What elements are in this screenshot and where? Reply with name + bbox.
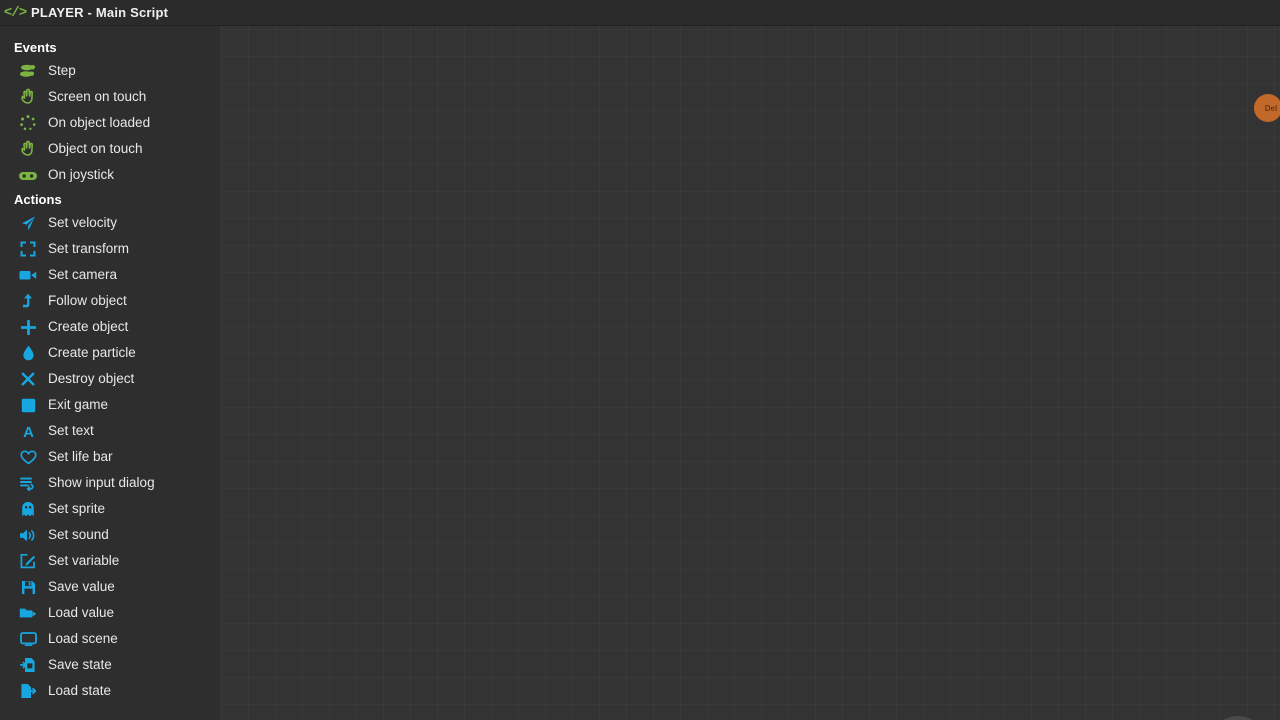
palette-item-set-sprite[interactable]: Set sprite: [0, 496, 220, 522]
palette-section-header-events: Events: [14, 40, 57, 55]
paper-plane-icon: [17, 213, 39, 233]
palette-section-header-actions: Actions: [14, 192, 62, 207]
heart-outline-icon: [17, 447, 39, 467]
input-dialog-icon: [17, 473, 39, 493]
letter-a-icon: A: [17, 421, 39, 441]
palette-item-screen-on-touch[interactable]: Screen on touch: [0, 84, 220, 110]
palette-item-label: Follow object: [48, 293, 127, 309]
graph-node-label: Del: [1264, 103, 1278, 113]
palette-item-load-state[interactable]: Load state: [0, 678, 220, 704]
palette-item-label: Set text: [48, 423, 94, 439]
file-save-icon: [17, 655, 39, 675]
palette-item-on-joystick[interactable]: On joystick: [0, 162, 220, 188]
palette-item-set-sound[interactable]: Set sound: [0, 522, 220, 548]
palette-item-label: Set camera: [48, 267, 118, 283]
palette-item-exit-game[interactable]: Exit game: [0, 392, 220, 418]
palette-item-label: Set velocity: [48, 215, 118, 231]
palette-item-set-camera[interactable]: Set camera: [0, 262, 220, 288]
palette-item-set-life-bar[interactable]: Set life bar: [0, 444, 220, 470]
palette-item-label: Set transform: [48, 241, 130, 257]
palette-item-label: Create object: [48, 319, 129, 335]
palette-item-step[interactable]: Step: [0, 58, 220, 84]
speaker-icon: [17, 525, 39, 545]
title-bar: </> PLAYER - Main Script: [0, 0, 1280, 26]
file-load-icon: [17, 681, 39, 701]
edit-square-icon: [17, 551, 39, 571]
footsteps-icon: [17, 61, 39, 81]
palette-item-set-variable[interactable]: Set variable: [0, 548, 220, 574]
palette-item-destroy-object[interactable]: Destroy object: [0, 366, 220, 392]
palette-item-load-value[interactable]: Load value: [0, 600, 220, 626]
crop-frame-icon: [17, 239, 39, 259]
ghost-sprite-icon: [17, 499, 39, 519]
palette-item-label: Load scene: [48, 631, 118, 647]
palette-item-label: Set sound: [48, 527, 109, 543]
palette-item-label: Set life bar: [48, 449, 113, 465]
window-title: PLAYER - Main Script: [31, 5, 169, 20]
svg-text:A: A: [23, 424, 34, 439]
palette-item-label: Create particle: [48, 345, 136, 361]
video-camera-icon: [17, 265, 39, 285]
palette-item-label: Show input dialog: [48, 475, 155, 491]
palette-item-label: Screen on touch: [48, 89, 147, 105]
palette-item-follow-object[interactable]: Follow object: [0, 288, 220, 314]
monitor-icon: [17, 629, 39, 649]
palette-item-save-state[interactable]: Save state: [0, 652, 220, 678]
palette-item-load-scene[interactable]: Load scene: [0, 626, 220, 652]
x-cross-icon: [17, 369, 39, 389]
hand-tap-icon: [17, 87, 39, 107]
palette-item-save-value[interactable]: Save value: [0, 574, 220, 600]
palette-item-set-text[interactable]: A Set text: [0, 418, 220, 444]
palette-item-label: Set variable: [48, 553, 120, 569]
palette-item-label: On joystick: [48, 167, 115, 183]
palette-item-label: Save value: [48, 579, 115, 595]
palette-item-label: Load state: [48, 683, 112, 699]
square-icon: [17, 395, 39, 415]
palette-item-label: Object on touch: [48, 141, 143, 157]
palette-item-label: Load value: [48, 605, 115, 621]
palette-item-show-input-dialog[interactable]: Show input dialog: [0, 470, 220, 496]
palette-item-label: Set sprite: [48, 501, 106, 517]
hand-tap-icon: [17, 139, 39, 159]
loading-dots-icon: [17, 113, 39, 133]
palette-item-label: On object loaded: [48, 115, 151, 131]
plus-icon: [17, 317, 39, 337]
palette-item-label: Exit game: [48, 397, 109, 413]
palette-item-object-on-touch[interactable]: Object on touch: [0, 136, 220, 162]
block-palette-sidebar[interactable]: Events Step Screen on touch On object lo…: [0, 26, 220, 720]
palette-item-set-velocity[interactable]: Set velocity: [0, 210, 220, 236]
code-brackets-icon: </>: [3, 4, 27, 21]
gamepad-icon: [17, 165, 39, 185]
collapse-panel-button[interactable]: [1210, 716, 1266, 720]
palette-item-set-transform[interactable]: Set transform: [0, 236, 220, 262]
palette-item-on-object-loaded[interactable]: On object loaded: [0, 110, 220, 136]
arrow-up-follow-icon: [17, 291, 39, 311]
folder-open-icon: [17, 603, 39, 623]
save-disk-icon: [17, 577, 39, 597]
graph-node-bubble[interactable]: Del: [1254, 94, 1280, 122]
droplet-icon: [17, 343, 39, 363]
palette-item-label: Step: [48, 63, 76, 79]
palette-item-label: Destroy object: [48, 371, 135, 387]
script-editor-window: </> PLAYER - Main Script Del Events Step…: [0, 0, 1280, 720]
palette-item-label: Save state: [48, 657, 112, 673]
palette-item-create-particle[interactable]: Create particle: [0, 340, 220, 366]
palette-item-create-object[interactable]: Create object: [0, 314, 220, 340]
